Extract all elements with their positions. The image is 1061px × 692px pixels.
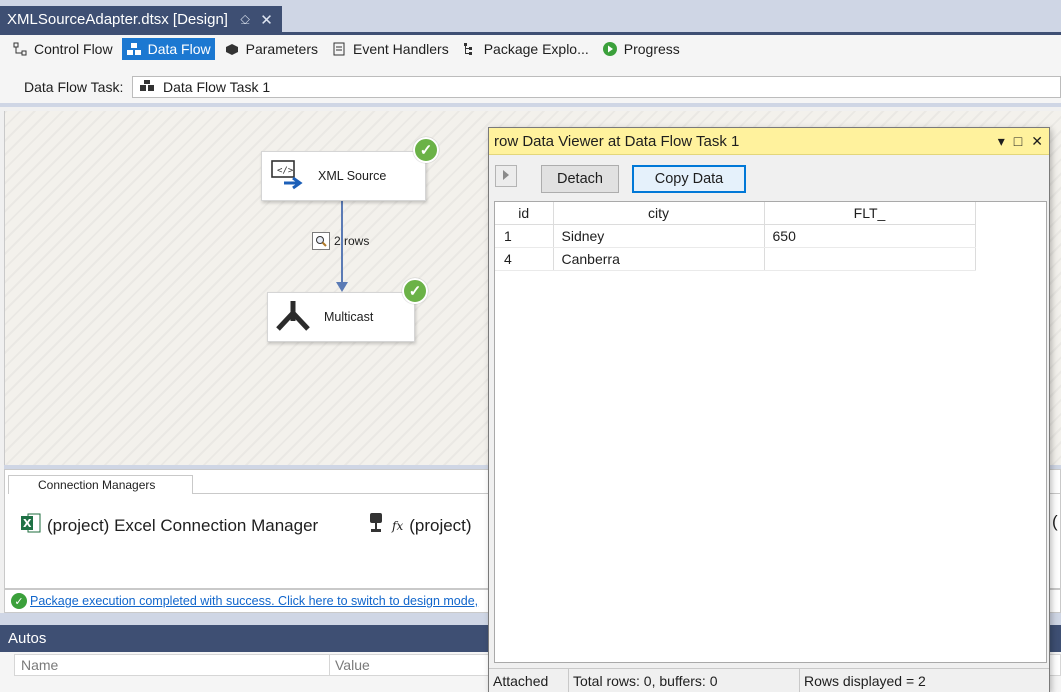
data-viewer-status-bar: Attached Total rows: 0, buffers: 0 Rows …: [489, 668, 1049, 692]
maximize-icon[interactable]: □: [1014, 133, 1022, 149]
column-header-flt[interactable]: FLT_: [764, 202, 976, 225]
copy-data-button[interactable]: Copy Data: [632, 165, 746, 193]
detach-button[interactable]: Detach: [541, 165, 619, 193]
table-row[interactable]: 1 Sidney 650: [495, 224, 976, 248]
expression-icon: fx: [392, 518, 404, 533]
component-label: Multicast: [324, 310, 374, 324]
tab-package-explorer[interactable]: Package Explo...: [458, 38, 593, 60]
data-flow-task-icon: [139, 79, 155, 95]
excel-icon: X: [20, 512, 42, 539]
total-rows-status: Total rows: 0, buffers: 0: [569, 669, 800, 692]
column-header-value[interactable]: Value: [330, 657, 370, 673]
multicast-icon: [274, 299, 312, 336]
success-check-icon: ✓: [402, 278, 428, 304]
data-flow-icon: [126, 41, 142, 57]
data-flow-task-select[interactable]: Data Flow Task 1: [132, 76, 1061, 98]
tab-data-flow[interactable]: Data Flow: [121, 38, 215, 60]
cell-city[interactable]: Canberra: [553, 247, 765, 271]
tab-label: Progress: [623, 41, 680, 57]
cell-id[interactable]: 1: [495, 224, 554, 248]
connection-manager-label: (project): [409, 515, 472, 535]
event-handlers-icon: [331, 41, 347, 57]
tab-label: Event Handlers: [352, 41, 449, 57]
cell-flt[interactable]: 650: [764, 224, 976, 248]
table-header-row: id city FLT_: [495, 202, 976, 225]
progress-icon: [602, 41, 618, 57]
window-position-dropdown-icon[interactable]: ▾: [998, 133, 1005, 150]
designer-tabs: Control Flow Data Flow Parameters Event …: [0, 35, 1061, 63]
tab-label: Package Explo...: [483, 41, 589, 57]
table-row[interactable]: 4 Canberra: [495, 247, 976, 271]
tab-event-handlers[interactable]: Event Handlers: [327, 38, 453, 60]
cell-city[interactable]: Sidney: [553, 224, 765, 248]
tab-progress[interactable]: Progress: [598, 38, 684, 60]
component-label: XML Source: [318, 169, 387, 183]
rows-displayed-status: Rows displayed = 2: [804, 672, 926, 689]
column-header-id[interactable]: id: [495, 202, 554, 225]
pin-icon[interactable]: ⎐: [240, 12, 250, 28]
cell-flt[interactable]: [764, 247, 976, 271]
data-path-arrow: [336, 282, 348, 292]
connection-manager-label: (project) Excel Connection Manager: [47, 515, 319, 535]
cell-id[interactable]: 4: [495, 247, 554, 271]
package-explorer-icon: [462, 41, 478, 57]
path-rows-label: 2 rows: [334, 234, 370, 248]
data-viewer-title: row Data Viewer at Data Flow Task 1: [494, 132, 740, 150]
tab-parameters[interactable]: Parameters: [220, 38, 322, 60]
tab-control-flow[interactable]: Control Flow: [8, 38, 117, 60]
attach-state: Attached: [489, 669, 569, 692]
xml-source-component[interactable]: </> XML Source: [261, 151, 426, 201]
tab-label: Control Flow: [34, 41, 113, 57]
parameters-icon: [224, 41, 240, 57]
column-header-name[interactable]: Name: [15, 655, 330, 675]
autos-title: Autos: [8, 630, 47, 647]
play-icon: [501, 169, 511, 184]
connection-manager-item[interactable]: X (project) Excel Connection Manager: [20, 512, 318, 539]
close-icon[interactable]: ✕: [1031, 133, 1043, 150]
svg-text:X: X: [23, 517, 32, 530]
data-flow-task-value: Data Flow Task 1: [163, 79, 271, 95]
svg-text:</>: </>: [277, 166, 294, 176]
document-tab-title: XMLSourceAdapter.dtsx [Design]: [7, 11, 228, 28]
connection-manager-item[interactable]: fx (project): [368, 512, 472, 539]
connection-manager-overflow: (: [1052, 512, 1058, 531]
data-flow-task-label: Data Flow Task:: [24, 79, 124, 95]
column-header-city[interactable]: city: [553, 202, 765, 225]
multicast-component[interactable]: Multicast: [267, 292, 415, 342]
data-viewer-title-bar[interactable]: row Data Viewer at Data Flow Task 1 ▾ □ …: [489, 128, 1049, 155]
success-icon: ✓: [11, 593, 27, 609]
connection-managers-tab-label: Connection Managers: [38, 478, 156, 492]
control-flow-icon: [12, 41, 28, 57]
continue-button[interactable]: [495, 165, 517, 187]
data-viewer-icon[interactable]: [312, 232, 330, 250]
data-table: id city FLT_ 1 Sidney 650 4 Canberra: [495, 202, 976, 271]
xml-source-icon: </>: [270, 159, 306, 194]
switch-to-design-mode-link[interactable]: Package execution completed with success…: [30, 594, 478, 608]
close-icon[interactable]: ✕: [260, 11, 273, 29]
tab-label: Parameters: [245, 41, 318, 57]
tab-label: Data Flow: [147, 41, 211, 57]
success-check-icon: ✓: [413, 137, 439, 163]
document-tab[interactable]: XMLSourceAdapter.dtsx [Design] ⎐ ✕: [0, 6, 282, 33]
connection-managers-tab[interactable]: Connection Managers: [8, 475, 193, 494]
database-icon: [368, 512, 384, 539]
